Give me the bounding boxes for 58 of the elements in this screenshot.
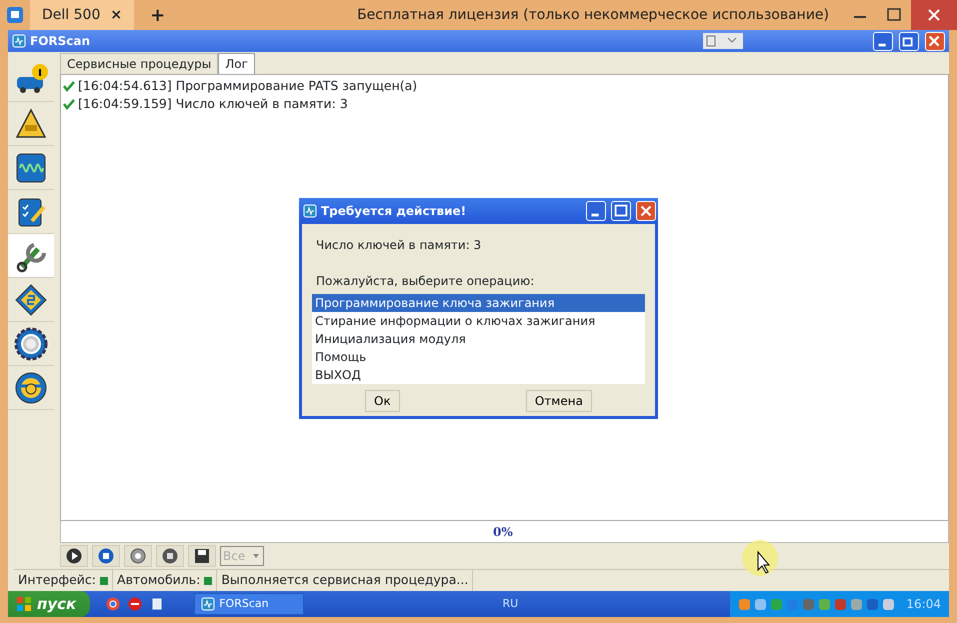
tab[interactable]: Лог xyxy=(218,53,255,74)
no-entry-icon[interactable] xyxy=(128,597,142,611)
restore-button[interactable] xyxy=(899,32,919,50)
app-icon xyxy=(303,204,317,218)
cancel-button[interactable]: Отмена xyxy=(526,390,592,412)
dialog-title: Требуется действие! xyxy=(321,203,466,220)
license-text: Бесплатная лицензия (только некоммерческое использование) xyxy=(357,6,829,24)
save-icon xyxy=(194,548,210,564)
list-option[interactable]: Инициализация модуля xyxy=(312,330,645,348)
warning-icon xyxy=(14,106,48,140)
filter-dropdown: Все xyxy=(220,546,264,566)
sidebar-item[interactable] xyxy=(8,234,54,278)
minimize-button[interactable] xyxy=(586,201,606,221)
list-option[interactable]: Стирание информации о ключах зажигания xyxy=(312,312,645,330)
close-tab-button[interactable]: × xyxy=(110,4,122,26)
list-option[interactable]: Помощь xyxy=(312,348,645,366)
taskbar-window-button[interactable]: FORScan xyxy=(194,593,304,615)
clear-button[interactable] xyxy=(156,545,184,567)
close-button[interactable] xyxy=(636,201,656,221)
dialog-message: Число ключей в памяти: 3 xyxy=(316,237,482,254)
log-entry: [16:04:54.613] Программирование PATS запущен(а) xyxy=(78,77,418,95)
minimize-button[interactable] xyxy=(873,32,893,50)
list-option[interactable]: ВЫХОД xyxy=(312,366,645,384)
status-label: Интерфейс: xyxy=(18,571,96,590)
clock: 16:04 xyxy=(906,596,941,613)
app-icon xyxy=(12,34,26,48)
ok-button[interactable]: Ок xyxy=(365,390,400,412)
check-icon xyxy=(63,80,75,92)
new-tab-button[interactable]: + xyxy=(150,2,166,28)
play-button[interactable] xyxy=(60,545,88,567)
start-button[interactable]: пуск xyxy=(8,591,90,617)
play-icon xyxy=(66,548,82,564)
tab[interactable]: Сервисные процедуры xyxy=(60,53,218,74)
document-icon[interactable] xyxy=(150,597,164,611)
oscilloscope-icon xyxy=(14,150,48,184)
window-title: FORScan xyxy=(30,33,90,50)
log-entry: [16:04:59.159] Число ключей в памяти: 3 xyxy=(78,95,348,113)
language-indicator[interactable]: RU xyxy=(502,596,518,612)
status-label: Автомобиль: xyxy=(117,571,200,590)
status-message: Выполняется сервисная процедура... xyxy=(221,571,468,590)
list-option[interactable]: Программирование ключа зажигания xyxy=(312,294,645,312)
check-icon xyxy=(63,98,75,110)
close-icon[interactable] xyxy=(911,0,957,30)
app-icon xyxy=(201,597,216,611)
stop-button[interactable] xyxy=(92,545,120,567)
stop-icon xyxy=(98,548,114,564)
chip-icon xyxy=(14,282,48,316)
windows-logo-icon xyxy=(16,596,32,612)
browser-icon[interactable] xyxy=(106,597,120,611)
steering-wheel-icon xyxy=(14,370,48,404)
dialog-prompt: Пожалуйста, выберите операцию: xyxy=(316,273,536,290)
save-button[interactable] xyxy=(188,545,216,567)
maximize-button[interactable] xyxy=(611,201,631,221)
browser-tab[interactable]: Dell 500 × xyxy=(30,0,134,30)
close-button[interactable] xyxy=(925,32,945,50)
progress-reading: 0% xyxy=(493,524,513,540)
scan-button[interactable] xyxy=(124,545,152,567)
gear-icon xyxy=(14,326,48,360)
